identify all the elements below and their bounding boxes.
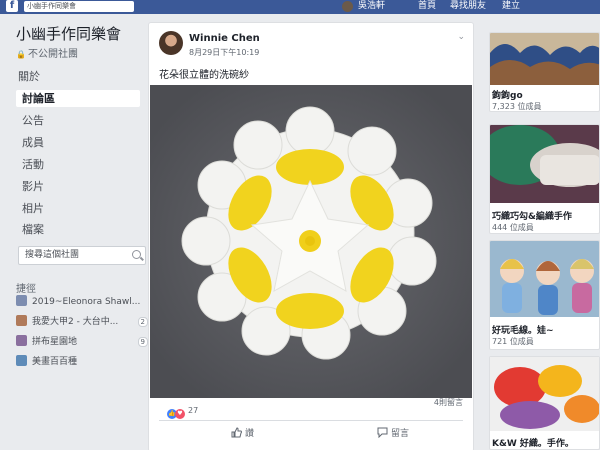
suggested-group-title[interactable]: 巧織巧勾&編織手作 [492, 209, 572, 222]
nav-home-link[interactable]: 首頁 [418, 0, 436, 13]
post-timestamp[interactable]: 8月29日下午10:19 [189, 47, 259, 58]
love-reaction-icon: ♥ [175, 409, 185, 419]
shortcut-thumbnail [16, 315, 27, 326]
group-search-placeholder: 搜尋這個社團 [25, 250, 80, 260]
shortcut-thumbnail [16, 295, 27, 306]
suggested-group-members: 7,323 位成員 [492, 102, 542, 111]
suggested-group-card[interactable]: 鉤鉤go 7,323 位成員 [489, 32, 600, 112]
like-button[interactable]: 讚 [231, 423, 254, 445]
reactions-summary[interactable]: 👍 ♥ 27 [167, 405, 199, 419]
search-icon[interactable] [132, 250, 141, 259]
shortcuts-heading: 捷徑 [16, 284, 36, 295]
like-label: 讚 [245, 429, 255, 439]
shortcut-thumbnail [16, 335, 27, 346]
group-cover-image [490, 33, 599, 85]
shortcut-item[interactable]: 我愛大甲2 - 大台中... 2 [16, 314, 148, 330]
reaction-count: 27 [188, 406, 199, 415]
suggested-group-members: 444 位成員 [492, 223, 534, 232]
top-search-input[interactable]: 小幽手作同樂會 [24, 1, 134, 12]
author-avatar[interactable] [159, 31, 183, 55]
group-privacy: 🔒 不公開社團 [16, 45, 78, 60]
speech-bubble-icon [377, 427, 388, 439]
shortcut-item[interactable]: 拼布星園地 9 [16, 334, 148, 350]
sidebar-item-about[interactable]: 關於 [16, 68, 140, 85]
shortcut-count-badge: 9 [137, 337, 148, 347]
crochet-flower-image [150, 85, 472, 398]
comments-count[interactable]: 4則留言 [434, 397, 463, 408]
suggested-group-members: 721 位成員 [492, 337, 534, 346]
sidebar-item-announcements[interactable]: 公告 [16, 112, 140, 129]
suggested-group-card[interactable]: 好玩毛線。娃~ 721 位成員 [489, 240, 600, 350]
suggested-group-title[interactable]: K&W 好織。手作。 [492, 436, 574, 449]
post-photo[interactable] [150, 85, 472, 398]
chevron-down-icon[interactable]: ⌄ [457, 32, 465, 42]
user-avatar[interactable] [342, 1, 353, 12]
sidebar-item-videos[interactable]: 影片 [16, 178, 140, 195]
shortcut-label: 我愛大甲2 - 大台中... [32, 317, 119, 327]
sidebar-item-discussion[interactable]: 討論區 [16, 90, 140, 107]
sidebar-item-files[interactable]: 檔案 [16, 221, 140, 238]
shortcut-thumbnail [16, 355, 27, 366]
shortcut-label: 美畫百百種 [32, 357, 78, 367]
lock-icon: 🔒 [16, 50, 26, 59]
group-cover-image [490, 241, 599, 317]
sidebar-item-members[interactable]: 成員 [16, 134, 140, 151]
comment-label: 留言 [391, 429, 410, 439]
shortcut-count-badge: 2 [137, 317, 148, 327]
group-cover-image [490, 125, 599, 203]
suggested-group-card[interactable]: K&W 好織。手作。 [489, 356, 600, 450]
divider [159, 420, 463, 421]
group-cover-image [490, 357, 599, 431]
post-card: Winnie Chen 8月29日下午10:19 ⌄ 花朵很立體的洗碗紗 👍 ♥… [148, 22, 474, 450]
group-privacy-label: 不公開社團 [27, 49, 78, 60]
thumbs-up-icon [231, 427, 242, 438]
user-name-link[interactable]: 吳浩軒 [358, 0, 385, 13]
sidebar-item-photos[interactable]: 相片 [16, 200, 140, 217]
post-text: 花朵很立體的洗碗紗 [159, 70, 249, 81]
sidebar-item-events[interactable]: 活動 [16, 156, 140, 173]
top-navigation-bar: f 小幽手作同樂會 吳浩軒 首頁 尋找朋友 建立 [0, 0, 600, 14]
group-name[interactable]: 小幽手作同樂會 [16, 23, 121, 44]
shortcut-item[interactable]: 2019~Eleonora Shawl... [16, 294, 148, 310]
shortcut-label: 2019~Eleonora Shawl... [32, 297, 141, 307]
nav-create-link[interactable]: 建立 [502, 0, 520, 13]
post-author[interactable]: Winnie Chen [189, 33, 260, 44]
facebook-logo-icon[interactable]: f [6, 0, 18, 12]
nav-find-friends-link[interactable]: 尋找朋友 [450, 0, 486, 13]
suggested-group-title[interactable]: 鉤鉤go [492, 88, 523, 101]
shortcut-label: 拼布星園地 [32, 337, 78, 347]
shortcut-item[interactable]: 美畫百百種 [16, 354, 148, 370]
suggested-group-card[interactable]: 巧織巧勾&編織手作 444 位成員 [489, 124, 600, 234]
comment-button[interactable]: 留言 [377, 423, 409, 445]
group-search-input[interactable]: 搜尋這個社團 [18, 246, 146, 265]
suggested-group-title[interactable]: 好玩毛線。娃~ [492, 323, 554, 336]
